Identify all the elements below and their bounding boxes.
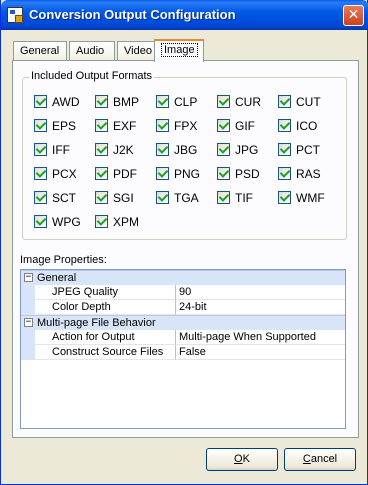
checkbox[interactable] (34, 167, 47, 180)
checkbox[interactable] (217, 167, 230, 180)
format-label: CUT (296, 95, 321, 109)
format-label: TGA (174, 191, 199, 205)
format-label: GIF (235, 119, 255, 133)
property-name: Action for Output (35, 330, 176, 345)
property-name: Color Depth (35, 300, 176, 315)
checkbox[interactable] (34, 215, 47, 228)
format-label: JPG (235, 143, 259, 157)
checkbox[interactable] (217, 191, 230, 204)
title-bar[interactable]: Conversion Output Configuration ✕ (1, 0, 368, 30)
checkbox[interactable] (95, 191, 108, 204)
format-label: SCT (52, 191, 76, 205)
cancel-button[interactable]: Cancel (284, 448, 356, 471)
window-title: Conversion Output Configuration (29, 7, 236, 22)
checkbox[interactable] (217, 143, 230, 156)
checkbox[interactable] (156, 119, 169, 132)
format-label: PSD (235, 167, 260, 181)
ok-button[interactable]: OK (206, 448, 278, 471)
property-value[interactable]: 90 (176, 285, 345, 300)
property-row[interactable]: Construct Source Files False (21, 345, 345, 360)
format-label: WPG (52, 215, 81, 229)
checkbox[interactable] (156, 95, 169, 108)
image-properties-label: Image Properties: (20, 254, 107, 266)
tab-image[interactable]: Image (154, 39, 204, 62)
format-label: XPM (113, 215, 140, 229)
property-name: Construct Source Files (35, 345, 176, 360)
format-label: FPX (174, 119, 198, 133)
checkbox[interactable] (95, 215, 108, 228)
close-button[interactable]: ✕ (343, 5, 364, 26)
image-tab-panel: Included Output Formats AWD BMP CLP CUR CUT E… (12, 60, 359, 438)
format-label: WMF (296, 191, 325, 205)
format-label: JBG (174, 143, 198, 157)
format-label: AWD (52, 95, 80, 109)
row-gutter (21, 330, 35, 345)
checkbox[interactable] (156, 143, 169, 156)
checkbox[interactable] (156, 167, 169, 180)
collapse-icon[interactable]: − (24, 273, 33, 282)
tab-audio[interactable]: Audio (69, 41, 115, 61)
category-name: Multi-page File Behavior (37, 317, 156, 329)
group-label: Included Output Formats (29, 70, 155, 82)
property-category[interactable]: − Multi-page File Behavior (21, 315, 345, 330)
app-icon (7, 7, 23, 23)
format-label: EXF (113, 119, 137, 133)
format-label: TIF (235, 191, 253, 205)
format-label: CUR (235, 95, 261, 109)
property-row[interactable]: Color Depth 24-bit (21, 300, 345, 315)
dialog-window: Conversion Output Configuration ✕ Genera… (0, 0, 368, 485)
checkbox[interactable] (156, 191, 169, 204)
property-category[interactable]: − General (21, 270, 345, 285)
property-value[interactable]: 24-bit (176, 300, 345, 315)
format-label: ICO (296, 119, 318, 133)
checkbox[interactable] (95, 119, 108, 132)
checkbox[interactable] (95, 143, 108, 156)
checkbox[interactable] (217, 119, 230, 132)
format-label: PNG (174, 167, 201, 181)
format-label: PCT (296, 143, 320, 157)
format-label: PCX (52, 167, 77, 181)
checkbox[interactable] (34, 119, 47, 132)
checkbox[interactable] (278, 143, 291, 156)
tab-general[interactable]: General (13, 41, 67, 61)
checkbox[interactable] (34, 95, 47, 108)
checkbox[interactable] (95, 167, 108, 180)
checkbox[interactable] (217, 95, 230, 108)
property-name: JPEG Quality (35, 285, 176, 300)
row-gutter (21, 345, 35, 360)
row-gutter (21, 300, 35, 315)
category-name: General (37, 272, 77, 284)
format-label: BMP (113, 95, 140, 109)
format-label: IFF (52, 143, 70, 157)
format-label: SGI (113, 191, 134, 205)
output-formats-group: Included Output Formats AWD BMP CLP CUR CUT E… (22, 70, 347, 240)
checkbox[interactable] (34, 191, 47, 204)
checkbox[interactable] (95, 95, 108, 108)
checkbox[interactable] (278, 191, 291, 204)
format-label: EPS (52, 119, 77, 133)
format-label: CLP (174, 95, 198, 109)
format-label: RAS (296, 167, 321, 181)
format-label: PDF (113, 167, 137, 181)
checkbox[interactable] (278, 119, 291, 132)
property-value[interactable]: False (176, 345, 345, 360)
row-gutter (21, 285, 35, 300)
property-value[interactable]: Multi-page When Supported (176, 330, 345, 345)
checkbox[interactable] (278, 95, 291, 108)
collapse-icon[interactable]: − (24, 318, 33, 327)
checkbox[interactable] (278, 167, 291, 180)
format-label: J2K (113, 143, 134, 157)
property-row[interactable]: Action for Output Multi-page When Support… (21, 330, 345, 345)
property-row[interactable]: JPEG Quality 90 (21, 285, 345, 300)
property-grid[interactable]: − General JPEG Quality 90 Color Depth 24-bit −… (20, 269, 346, 429)
checkbox[interactable] (34, 143, 47, 156)
